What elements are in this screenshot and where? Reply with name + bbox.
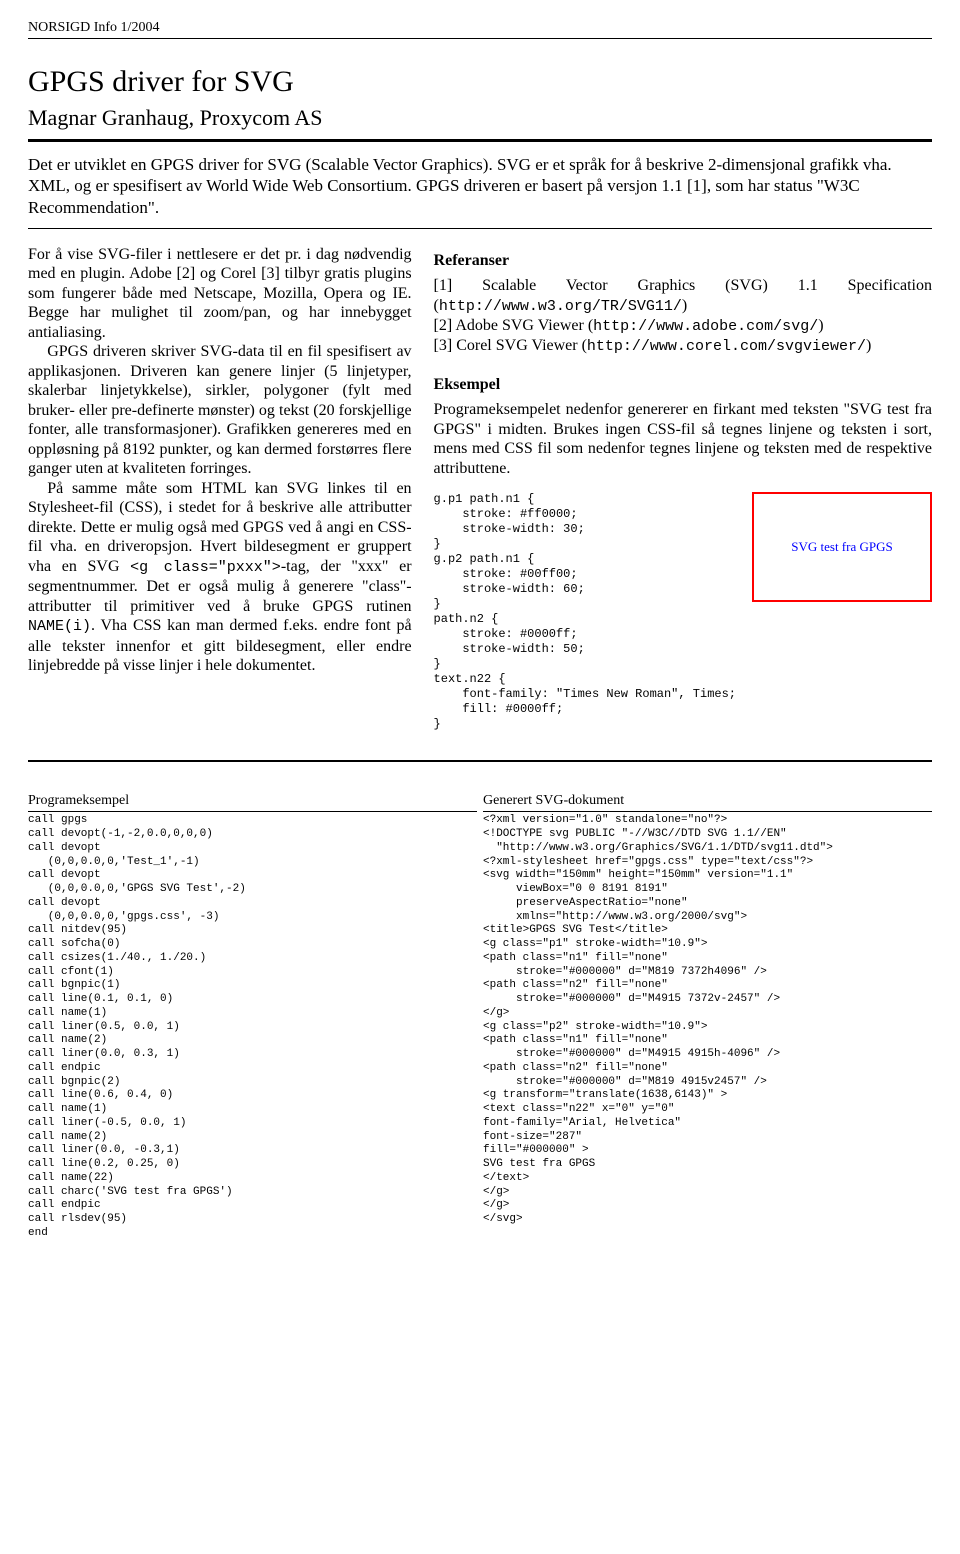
reference-url: http://www.w3.org/TR/SVG11/ <box>439 298 682 315</box>
reference-item: [2] Adobe SVG Viewer (http://www.adobe.c… <box>434 316 932 336</box>
article-author: Magnar Granhaug, Proxycom AS <box>28 105 932 131</box>
reference-url: http://www.adobe.com/svg/ <box>593 318 818 335</box>
article-title: GPGS driver for SVG <box>28 65 932 99</box>
listings-row: Programeksempelcall gpgs call devopt(-1,… <box>28 760 932 1254</box>
svg-output-box: SVG test fra GPGS <box>752 492 932 602</box>
journal-header: NORSIGD Info 1/2004 <box>28 20 932 39</box>
inline-code: NAME(i) <box>28 618 91 635</box>
css-code-block: g.p1 path.n1 { stroke: #ff0000; stroke-w… <box>434 492 736 732</box>
listing-right-title: Generert SVG-dokument <box>483 792 932 813</box>
reference-item: [1] Scalable Vector Graphics (SVG) 1.1 S… <box>434 276 932 316</box>
reference-url: http://www.corel.com/svgviewer/ <box>587 338 866 355</box>
references-heading: Referanser <box>434 251 932 271</box>
body-columns: For å vise SVG-filer i nettlesere er det… <box>28 245 932 733</box>
listing-left-title: Programeksempel <box>28 792 477 813</box>
body-paragraph: På samme måte som HTML kan SVG linkes ti… <box>28 479 412 676</box>
rule-top <box>28 139 932 142</box>
svg-box-label: SVG test fra GPGS <box>791 539 892 555</box>
left-column: For å vise SVG-filer i nettlesere er det… <box>28 245 412 733</box>
abstract-text: Det er utviklet en GPGS driver for SVG (… <box>28 154 932 218</box>
body-paragraph: For å vise SVG-filer i nettlesere er det… <box>28 245 412 343</box>
body-paragraph: GPGS driveren skriver SVG-data til en fi… <box>28 342 412 479</box>
inline-code: <g class="pxxx"> <box>130 559 281 576</box>
example-text: Programeksempelet nedenfor genererer en … <box>434 400 932 478</box>
listing-left: Programeksempelcall gpgs call devopt(-1,… <box>28 761 477 1254</box>
listing-right-code: <?xml version="1.0" standalone="no"?> <!… <box>483 814 833 1225</box>
listing-left-code: call gpgs call devopt(-1,-2,0.0,0,0,0) c… <box>28 814 246 1239</box>
listing-right: Generert SVG-dokument<?xml version="1.0"… <box>477 761 932 1254</box>
example-heading: Eksempel <box>434 375 932 395</box>
right-column: Referanser [1] Scalable Vector Graphics … <box>434 245 932 733</box>
css-example-row: g.p1 path.n1 { stroke: #ff0000; stroke-w… <box>434 492 932 732</box>
rule-bottom <box>28 228 932 229</box>
reference-item: [3] Corel SVG Viewer (http://www.corel.c… <box>434 336 932 356</box>
